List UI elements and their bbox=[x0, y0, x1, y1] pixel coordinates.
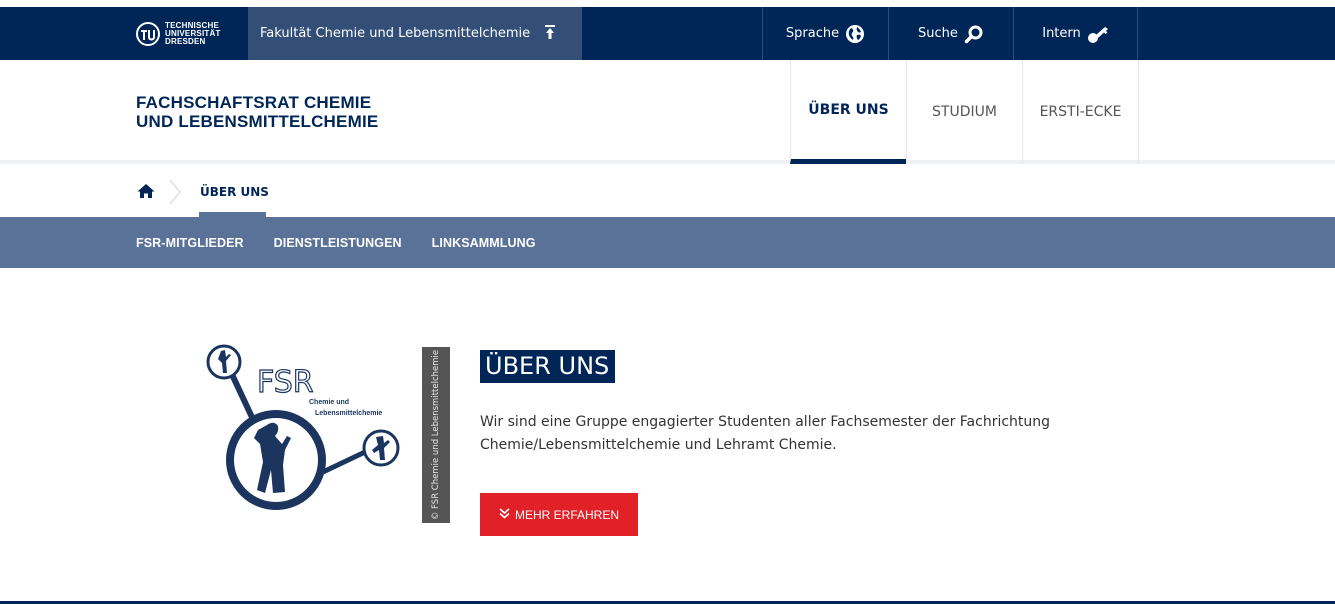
more-button[interactable]: MEHR ERFAHREN bbox=[480, 493, 638, 536]
site-title[interactable]: FACHSCHAFTSRAT CHEMIE UND LEBENSMITTELCH… bbox=[136, 93, 378, 131]
intern-label: Intern bbox=[1042, 26, 1081, 41]
subnav-dienstleistungen[interactable]: DIENSTLEISTUNGEN bbox=[274, 236, 402, 250]
content-text: Wir sind eine Gruppe engagierter Student… bbox=[480, 414, 1051, 453]
top-bar: TECHNISCHE UNIVERSITÄT DRESDEN Fakultät … bbox=[0, 7, 1335, 60]
copyright-strip: © FSR Chemie und Lebensmittelchemie bbox=[422, 347, 450, 523]
breadcrumb-separator-icon bbox=[169, 179, 181, 205]
logo-line-3: DRESDEN bbox=[165, 36, 206, 46]
faculty-label: Fakultät Chemie und Lebensmittelchemie bbox=[260, 26, 531, 41]
nav-ueber-uns[interactable]: ÜBER UNS bbox=[790, 60, 906, 164]
fsr-logo-subtext-2: Lebensmittelchemie bbox=[315, 410, 382, 417]
site-title-line-2: UND LEBENSMITTELCHEMIE bbox=[136, 112, 379, 131]
subnav-linksammlung[interactable]: LINKSAMMLUNG bbox=[432, 236, 536, 250]
nav-studium[interactable]: STUDIUM bbox=[906, 60, 1022, 164]
tu-dresden-logo-icon bbox=[136, 21, 160, 46]
more-button-label: MEHR ERFAHREN bbox=[514, 507, 619, 522]
fsr-logo-text: FSR bbox=[257, 365, 314, 400]
language-button[interactable]: Sprache bbox=[762, 7, 888, 60]
site-title-line-1: FACHSCHAFTSRAT CHEMIE bbox=[136, 93, 372, 112]
search-label: Suche bbox=[918, 26, 958, 41]
subnav-fsr-mitglieder[interactable]: FSR-MITGLIEDER bbox=[136, 236, 244, 250]
search-icon bbox=[964, 24, 984, 44]
arrow-up-icon bbox=[544, 24, 556, 44]
fsr-logo-subtext-1: Chemie und bbox=[309, 399, 349, 406]
intern-button[interactable]: Intern bbox=[1013, 7, 1138, 60]
tu-dresden-logo[interactable]: TECHNISCHE UNIVERSITÄT DRESDEN bbox=[136, 7, 248, 60]
site-header: FACHSCHAFTSRAT CHEMIE UND LEBENSMITTELCH… bbox=[0, 60, 1335, 164]
globe-icon bbox=[845, 24, 865, 44]
language-label: Sprache bbox=[785, 26, 840, 41]
breadcrumb-current: ÜBER UNS bbox=[200, 185, 269, 199]
double-chevron-down-icon bbox=[499, 507, 510, 522]
tu-dresden-logo-text: TECHNISCHE UNIVERSITÄT DRESDEN bbox=[165, 21, 221, 46]
nav-ersti-ecke[interactable]: ERSTI-ECKE bbox=[1022, 60, 1139, 164]
content-title: ÜBER UNS bbox=[480, 350, 616, 383]
search-button[interactable]: Suche bbox=[888, 7, 1013, 60]
fsr-logo-image: FSR Chemie und Lebensmittelchemie bbox=[206, 344, 400, 510]
copyright-text: © FSR Chemie und Lebensmittelchemie bbox=[431, 349, 441, 521]
faculty-link[interactable]: Fakultät Chemie und Lebensmittelchemie bbox=[248, 7, 582, 60]
sub-navigation: FSR-MITGLIEDER DIENSTLEISTUNGEN LINKSAMM… bbox=[0, 217, 1335, 268]
key-icon bbox=[1087, 24, 1109, 44]
home-icon[interactable] bbox=[137, 183, 155, 199]
breadcrumb: ÜBER UNS bbox=[0, 168, 1335, 217]
